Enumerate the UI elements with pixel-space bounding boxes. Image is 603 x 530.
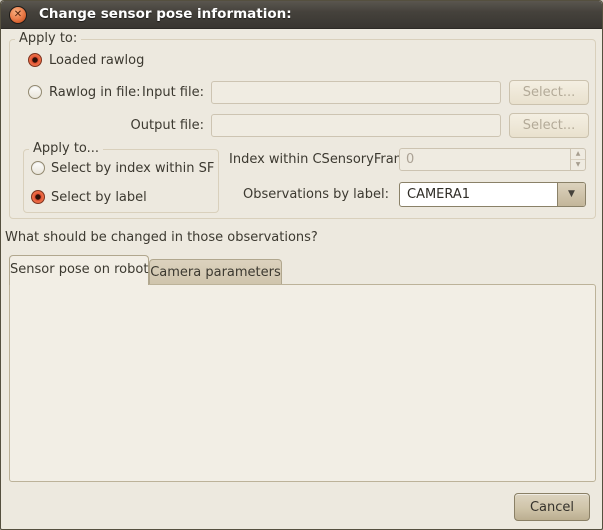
- close-button[interactable]: ✕: [9, 6, 27, 24]
- spin-down-icon[interactable]: ▼: [571, 160, 585, 171]
- cancel-button[interactable]: Cancel: [514, 493, 590, 521]
- observations-combobox-button[interactable]: ▼: [557, 183, 585, 206]
- dialog-window: ✕ Change sensor pose information: Apply …: [0, 0, 603, 530]
- index-within-csensoryframe-label: Index within CSensoryFrame: [229, 148, 389, 171]
- select-by-label-label[interactable]: Select by label: [51, 190, 147, 205]
- titlebar[interactable]: ✕ Change sensor pose information:: [1, 1, 602, 29]
- observations-by-label-label: Observations by label:: [229, 182, 389, 207]
- apply-to-subgroup-title: Apply to...: [29, 141, 103, 156]
- output-file-label: Output file:: [121, 114, 204, 137]
- dropdown-arrow-icon: ▼: [568, 189, 575, 199]
- observations-combobox-value: CAMERA1: [407, 183, 470, 206]
- index-spinner-value: 0: [406, 149, 414, 170]
- select-by-label-radio[interactable]: [31, 190, 45, 204]
- input-file-label: Input file:: [121, 81, 204, 104]
- question-label: What should be changed in those observat…: [5, 230, 318, 245]
- output-file-field[interactable]: [211, 114, 501, 137]
- tab-sensor-pose-on-robot[interactable]: Sensor pose on robot: [9, 255, 149, 285]
- input-file-select-button[interactable]: Select...: [509, 80, 589, 105]
- window-title: Change sensor pose information:: [39, 1, 292, 28]
- close-icon: ✕: [14, 9, 22, 20]
- tab-camera-parameters[interactable]: Camera parameters: [149, 259, 282, 285]
- input-file-field[interactable]: [211, 81, 501, 104]
- loaded-rawlog-radio[interactable]: [28, 53, 42, 67]
- select-by-index-label[interactable]: Select by index within SF: [51, 161, 214, 176]
- loaded-rawlog-label[interactable]: Loaded rawlog: [49, 53, 144, 68]
- observations-combobox[interactable]: CAMERA1 ▼: [399, 182, 586, 207]
- index-spinner[interactable]: 0 ▲ ▼: [399, 148, 586, 171]
- index-spinner-arrows[interactable]: ▲ ▼: [570, 149, 585, 170]
- spin-up-icon[interactable]: ▲: [571, 149, 585, 160]
- apply-to-group-title: Apply to:: [15, 31, 81, 46]
- select-by-index-radio[interactable]: [31, 161, 45, 175]
- rawlog-in-file-radio[interactable]: [28, 85, 42, 99]
- sensor-pose-panel: [9, 284, 596, 482]
- output-file-select-button[interactable]: Select...: [509, 113, 589, 138]
